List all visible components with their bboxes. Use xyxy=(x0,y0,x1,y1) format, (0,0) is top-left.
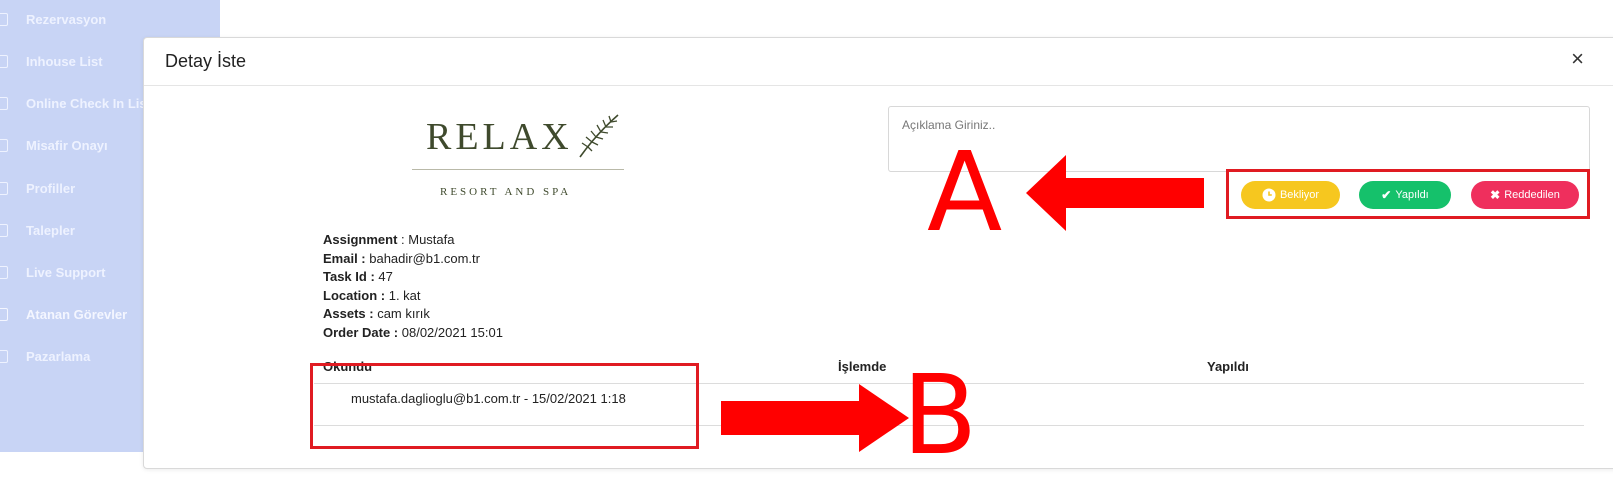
email-value: bahadir@b1.com.tr xyxy=(365,250,480,266)
sidebar-item-label: Misafir Onayı xyxy=(26,137,108,153)
calendar-icon xyxy=(0,54,8,68)
sidebar-item-label: Inhouse List xyxy=(26,53,103,69)
sidebar-item-label: Talepler xyxy=(26,222,75,238)
calendar-icon xyxy=(0,349,8,363)
task-id-row: Task Id : 47 xyxy=(323,268,503,287)
assignment-row: Assignment : Mustafa xyxy=(323,231,503,250)
calendar-icon xyxy=(0,181,8,195)
location-row: Location : 1. kat xyxy=(323,287,503,306)
sidebar-item-label: Pazarlama xyxy=(26,348,91,364)
task-id-value: 47 xyxy=(374,269,393,284)
assets-row: Assets : cam kırık xyxy=(323,305,503,324)
column-header-yapildi: Yapıldı xyxy=(1207,359,1249,374)
annotation-box-b xyxy=(310,363,699,449)
calendar-icon xyxy=(0,96,8,110)
sidebar-item-label: Live Support xyxy=(26,264,106,280)
email-label: Email : xyxy=(323,250,366,266)
task-details: Assignment : Mustafa Email : bahadir@b1.… xyxy=(323,231,503,342)
calendar-icon xyxy=(0,138,8,152)
sidebar-item-label: Atanan Görevler xyxy=(26,306,128,322)
annotation-arrow-b xyxy=(721,384,909,452)
annotation-arrow-a xyxy=(1026,155,1204,231)
column-header-islemde: İşlemde xyxy=(838,359,887,374)
relax-logo: RELAX RESORT AND SPA xyxy=(412,113,624,213)
logo-brand: RELAX xyxy=(426,116,573,158)
calendar-icon xyxy=(0,12,8,26)
order-date-row: Order Date : 08/02/2021 15:01 xyxy=(323,324,503,343)
palm-leaf-icon xyxy=(579,114,619,158)
modal-title: Detay İste xyxy=(165,51,247,71)
sidebar-item-label: Online Check In List xyxy=(26,95,151,111)
calendar-icon xyxy=(0,265,8,279)
order-date-value: 08/02/2021 15:01 xyxy=(398,324,503,340)
annotation-letter-a: A xyxy=(927,128,1003,256)
email-row: Email : bahadir@b1.com.tr xyxy=(323,250,503,269)
order-date-label: Order Date : xyxy=(323,324,399,340)
location-value: 1. kat xyxy=(385,287,421,303)
assignment-value: : Mustafa xyxy=(397,232,455,247)
close-icon[interactable]: × xyxy=(1571,48,1584,70)
calendar-icon xyxy=(0,307,8,321)
assignment-label: Assignment xyxy=(323,232,398,247)
assets-label: Assets : xyxy=(323,306,374,321)
annotation-letter-b: B xyxy=(902,351,978,479)
assets-value: cam kırık xyxy=(373,306,430,321)
modal-header: Detay İste × xyxy=(144,38,1613,86)
annotation-box-a xyxy=(1226,169,1590,219)
logo-tagline: RESORT AND SPA xyxy=(440,186,572,198)
task-id-label: Task Id : xyxy=(323,269,375,284)
location-label: Location : xyxy=(323,287,386,303)
calendar-icon xyxy=(0,223,8,237)
sidebar-item-rezervasyon[interactable]: Rezervasyon xyxy=(0,4,220,34)
sidebar-item-label: Profiller xyxy=(26,180,76,196)
top-area xyxy=(220,0,1613,36)
logo-divider xyxy=(412,169,624,170)
sidebar-item-label: Rezervasyon xyxy=(26,11,107,27)
